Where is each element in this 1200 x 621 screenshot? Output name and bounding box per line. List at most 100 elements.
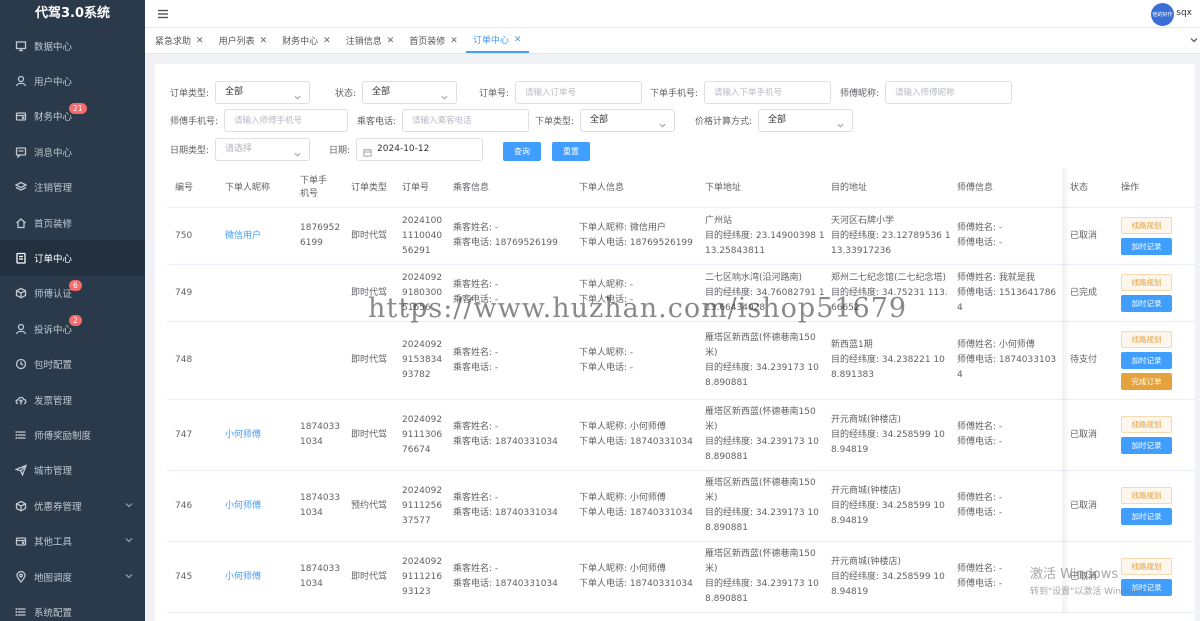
tab[interactable]: 订单中心 ✕ [465, 28, 530, 53]
tab[interactable]: 首页装修 ✕ [402, 28, 466, 53]
buyer-phone-input[interactable] [704, 81, 832, 104]
sidebar-item-label: 优惠券管理 [34, 501, 82, 513]
cell-type: 即时代驾 [351, 400, 399, 470]
passenger-info: 乘客姓名: - [453, 347, 499, 358]
date-picker[interactable]: 2024-10-12 [356, 138, 484, 161]
list-icon [14, 428, 27, 441]
route-plan-button[interactable]: 线路规划 [1121, 274, 1172, 291]
pricing-select[interactable]: 全部 [758, 109, 854, 132]
sidebar-item-label: 包时配置 [34, 360, 73, 372]
overtime-log-button[interactable]: 加时记录 [1121, 295, 1172, 312]
cell-actions: 线路规划 加时记录 [1121, 471, 1176, 541]
origin-address: 目的经纬度: 23.14900398 113.25843811 [705, 230, 825, 256]
destination-address: 开元商城(钟楼店) [831, 485, 902, 496]
buyer-nickname-link[interactable]: 小何师傅 [225, 570, 261, 585]
tab-label: 紧急求助 [155, 37, 192, 47]
origin-address: 目的经纬度: 34.239173 108.890881 [705, 508, 819, 533]
date-type-select[interactable]: 请选择 [215, 138, 311, 161]
origin-address: 雁塔区新西蓝(怀德巷南150米) [705, 478, 816, 503]
destination-address: 目的经纬度: 34.258599 108.94819 [831, 500, 945, 526]
tab[interactable]: 用户列表 ✕ [212, 28, 276, 53]
sidebar-item-label: 师傅认证 [34, 289, 73, 301]
complete-order-button[interactable]: 完成订单 [1121, 373, 1172, 390]
box-icon [14, 287, 27, 300]
sidebar-item[interactable]: 地图调度 [0, 559, 145, 594]
sidebar-item[interactable]: 城市管理 [0, 453, 145, 488]
order-type: 即时代驾 [351, 429, 388, 440]
sidebar-item[interactable]: 订单中心 [0, 240, 145, 276]
cell-phone [300, 322, 348, 399]
tab[interactable]: 财务中心 ✕ [275, 28, 339, 53]
route-plan-button[interactable]: 线路规划 [1121, 416, 1172, 433]
tab[interactable]: 紧急求助 ✕ [148, 28, 212, 53]
buyer-nickname-link[interactable]: 微信用户 [225, 229, 261, 244]
order-no-input[interactable] [515, 81, 643, 104]
overtime-log-button[interactable]: 加时记录 [1121, 352, 1172, 369]
close-icon[interactable]: ✕ [450, 36, 458, 46]
reset-button[interactable]: 重置 [552, 142, 590, 161]
sidebar-item[interactable]: 系统配置 [0, 594, 145, 621]
overtime-log-button[interactable]: 加时记录 [1121, 437, 1172, 454]
close-icon[interactable]: ✕ [196, 36, 204, 46]
overtime-log-button[interactable]: 加时记录 [1121, 508, 1172, 525]
query-button[interactable]: 查询 [503, 142, 541, 161]
sidebar-item[interactable]: 师傅认证 6 [0, 276, 145, 311]
buyer-info: 下单人昵称: - [579, 280, 634, 290]
cell-driver: 师傅姓名: 小何师傅 师傅电话: 18740331034 [957, 322, 1057, 399]
driver-nick-input[interactable] [885, 81, 1013, 104]
driver-phone-input[interactable] [224, 109, 349, 132]
sidebar-item[interactable]: 用户中心 [0, 63, 145, 98]
destination-address: 目的经纬度: 23.12789536 113.33917236 [831, 230, 951, 256]
status-select[interactable]: 全部 [362, 81, 458, 104]
username[interactable]: sqx [1176, 8, 1192, 18]
sidebar-item[interactable]: 发票管理 [0, 382, 145, 417]
order-type: 即时代驾 [351, 355, 388, 365]
cell-phone: 18740331034 [300, 471, 348, 541]
close-icon[interactable]: ✕ [260, 36, 268, 46]
hamburger-icon[interactable] [157, 8, 169, 20]
chevron-down-icon[interactable] [1190, 36, 1198, 44]
passenger-phone-input[interactable] [402, 109, 530, 132]
route-plan-button[interactable]: 线路规划 [1121, 217, 1172, 234]
sidebar-item[interactable]: 财务中心 21 [0, 99, 145, 134]
route-plan-button[interactable]: 线路规划 [1121, 331, 1172, 348]
chevron-down-icon [125, 536, 133, 544]
route-plan-button[interactable]: 线路规划 [1121, 487, 1172, 504]
close-icon[interactable]: ✕ [514, 35, 522, 45]
sidebar-item[interactable]: 消息中心 [0, 134, 145, 169]
overtime-log-button[interactable]: 加时记录 [1121, 238, 1172, 255]
avatar[interactable]: 他的好作 [1151, 3, 1174, 26]
origin-address: 目的经纬度: 34.239173 108.890881 [705, 579, 819, 604]
sidebar-item[interactable]: 包时配置 [0, 347, 145, 382]
column-header: 订单类型 [351, 182, 388, 193]
cell-actions: 线路规划 加时记录 [1121, 400, 1176, 470]
buyer-nickname-link[interactable]: 小何师傅 [225, 428, 261, 443]
close-icon[interactable]: ✕ [387, 36, 395, 46]
order-number: 20241001110040 56291 [402, 215, 443, 256]
close-icon[interactable]: ✕ [323, 36, 331, 46]
sidebar-item[interactable]: 注销管理 [0, 170, 145, 205]
status-text: 已取消 [1070, 500, 1098, 511]
cell-destination: 开元商城(钟楼店) 目的经纬度: 34.258599 108.94819 [831, 542, 951, 612]
sidebar-item[interactable]: 其他工具 [0, 523, 145, 558]
cell-type: 即时代驾 [351, 322, 399, 399]
order-type-select[interactable]: 全部 [215, 81, 311, 104]
column-header: 下单地址 [705, 182, 742, 193]
sidebar-item[interactable]: 首页装修 [0, 205, 145, 240]
passenger-info: 乘客姓名: - [453, 564, 499, 574]
chevron-down-icon [125, 501, 133, 509]
message-icon [14, 145, 27, 158]
table-row: 750 微信用户 18769526199 即时代驾 20241001110040 562… [167, 208, 1195, 265]
sidebar-item[interactable]: 投诉中心 2 [0, 311, 145, 346]
place-type-select[interactable]: 全部 [580, 109, 676, 132]
column-header: 乘客信息 [453, 182, 490, 193]
column-header: 订单号 [402, 182, 430, 193]
sidebar-item[interactable]: 数据中心 [0, 28, 145, 63]
sidebar-item[interactable]: 优惠券管理 [0, 488, 145, 523]
destination-address: 开元商城(钟楼店) [831, 556, 902, 567]
destination-address: 目的经纬度: 34.238221 108.891383 [831, 355, 945, 380]
buyer-nickname-link[interactable]: 小何师傅 [225, 499, 261, 514]
driver-info: 师傅姓名: - [957, 493, 1003, 503]
sidebar-item[interactable]: 师傅奖励制度 [0, 417, 145, 452]
tab[interactable]: 注销信息 ✕ [339, 28, 403, 53]
